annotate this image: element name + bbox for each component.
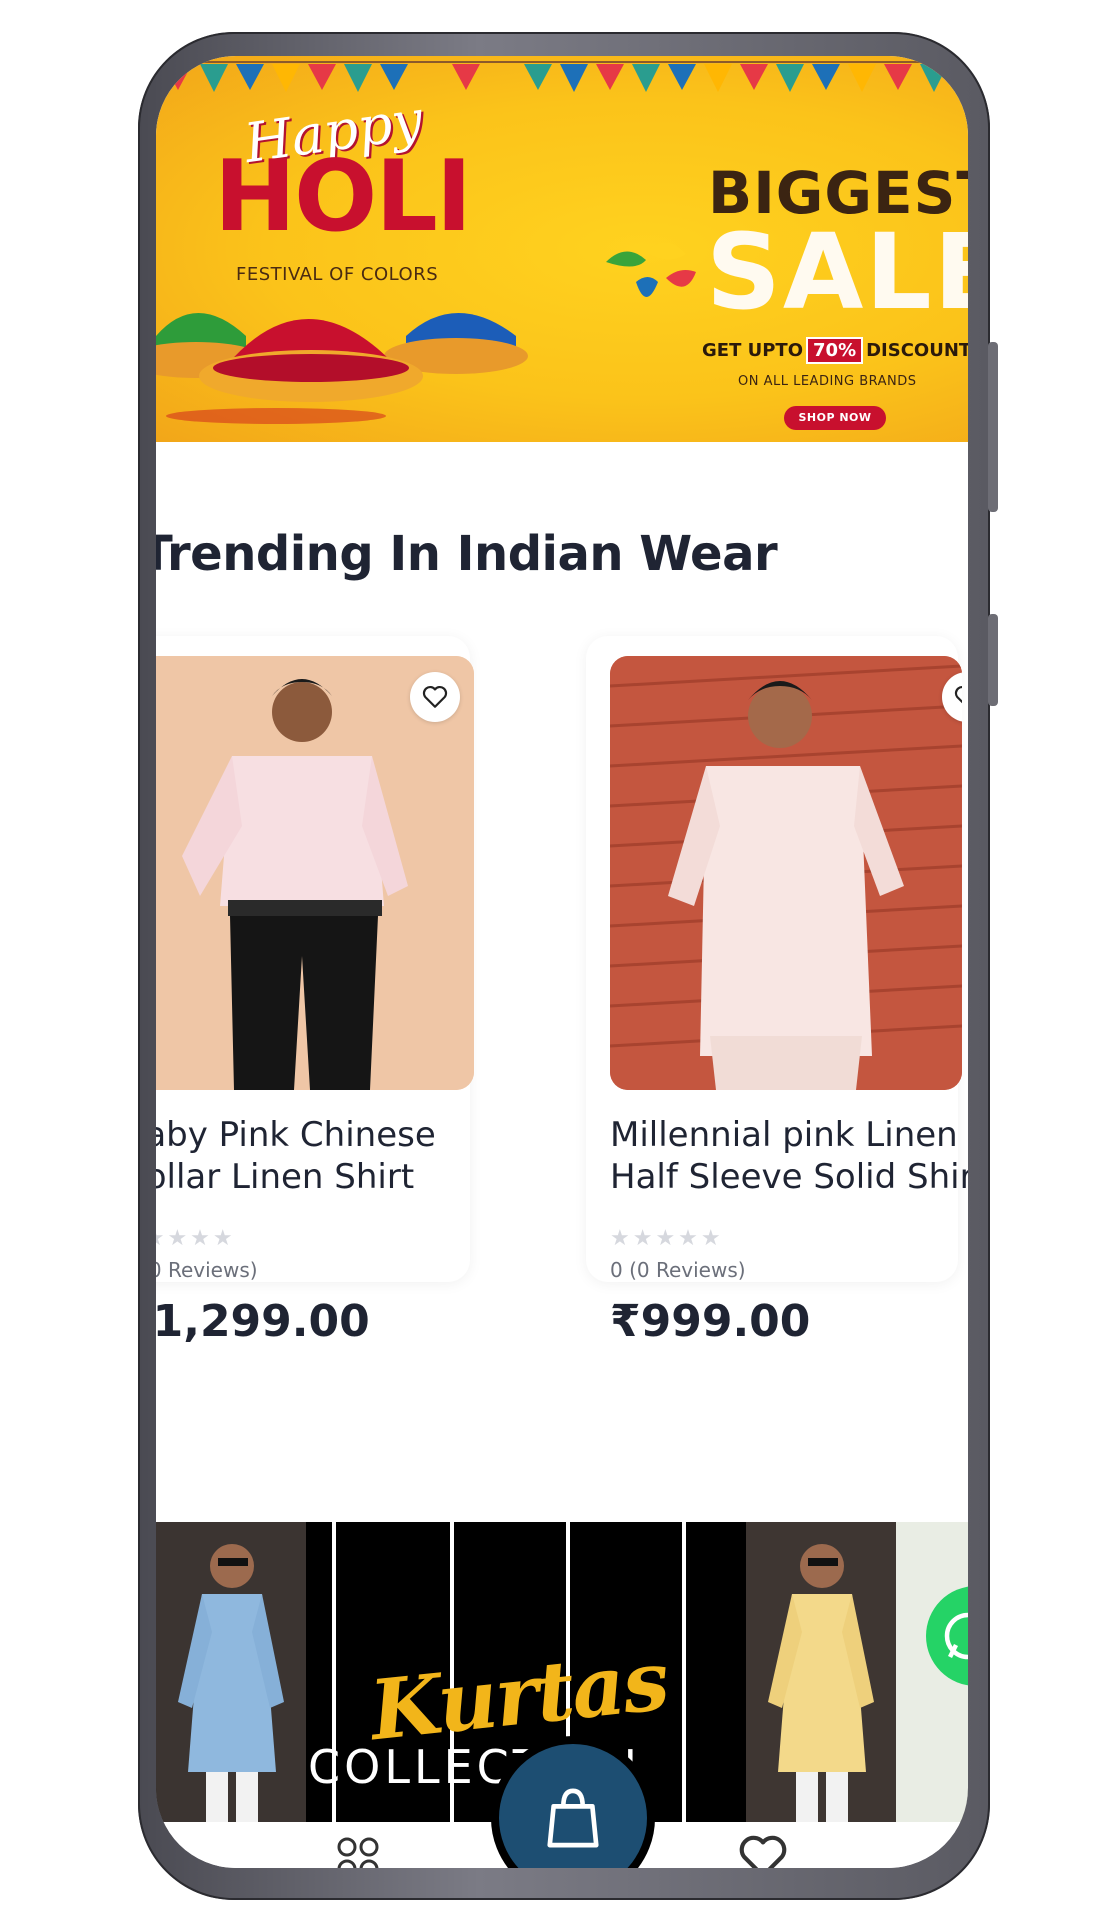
discount-percent: 70% — [806, 337, 864, 364]
app-screen: Happy HOLI FESTIVAL OF COLORS BIGGEST SA — [156, 56, 968, 1868]
holi-sale-banner[interactable]: Happy HOLI FESTIVAL OF COLORS BIGGEST SA — [156, 56, 968, 442]
product-card[interactable]: Baby Pink Chinese Collar Linen Shirt ★★★… — [156, 636, 474, 1347]
discount-line: GET UPTO 70% DISCOUNT — [702, 337, 968, 364]
product-image[interactable] — [610, 656, 962, 1090]
shopping-bag-icon — [547, 1788, 599, 1848]
sale-text: SALE — [706, 211, 968, 333]
model-illustration — [610, 656, 962, 1090]
holi-title: HOLI — [214, 140, 472, 254]
power-button — [988, 614, 998, 706]
product-card[interactable]: Millennial pink Linen Half Sleeve Solid … — [586, 636, 968, 1347]
heart-icon — [954, 685, 962, 704]
phone-frame: Happy HOLI FESTIVAL OF COLORS BIGGEST SA — [138, 32, 998, 1900]
volume-button — [988, 342, 998, 512]
rating-stars: ★★★★★ — [156, 1226, 236, 1251]
grid-icon — [337, 1837, 379, 1868]
get-upto-text: GET UPTO — [702, 340, 804, 361]
model-illustration — [156, 656, 474, 1090]
product-price: ₹1,299.00 — [156, 1296, 370, 1347]
product-name-line-2: Half Sleeve Solid Shirt — [610, 1157, 968, 1197]
color-splash-decoration — [606, 242, 696, 297]
festival-subtitle: FESTIVAL OF COLORS — [236, 264, 439, 285]
heart-icon — [739, 1835, 787, 1868]
shop-now-button[interactable]: SHOP NOW — [784, 406, 886, 430]
review-count: 0 (0 Reviews) — [610, 1258, 746, 1282]
whatsapp-icon — [944, 1612, 968, 1660]
section-title: Trending In Indian Wear — [156, 526, 778, 582]
product-price: ₹999.00 — [610, 1296, 811, 1347]
categories-nav-button[interactable] — [336, 1836, 380, 1868]
wishlist-nav-button[interactable] — [738, 1834, 788, 1868]
product-image[interactable] — [156, 656, 474, 1090]
stripe — [682, 1522, 686, 1822]
product-name-line-1: Millennial pink Linen — [610, 1115, 958, 1155]
color-powder-bowls — [156, 313, 528, 424]
rating-stars: ★★★★★ — [610, 1226, 724, 1251]
review-count: 0 (0 Reviews) — [156, 1258, 258, 1282]
product-name[interactable]: Millennial pink Linen Half Sleeve Solid … — [610, 1114, 968, 1198]
product-name-line-1: Baby Pink Chinese — [156, 1115, 436, 1155]
brands-text: ON ALL LEADING BRANDS — [738, 374, 917, 389]
model-blue-kurta — [178, 1544, 284, 1822]
product-name[interactable]: Baby Pink Chinese Collar Linen Shirt — [156, 1114, 462, 1198]
product-name-line-2: Collar Linen Shirt — [156, 1157, 415, 1197]
model-yellow-kurta — [768, 1544, 874, 1822]
heart-icon — [422, 685, 448, 708]
discount-text: DISCOUNT — [866, 340, 968, 361]
wishlist-button[interactable] — [410, 672, 460, 722]
